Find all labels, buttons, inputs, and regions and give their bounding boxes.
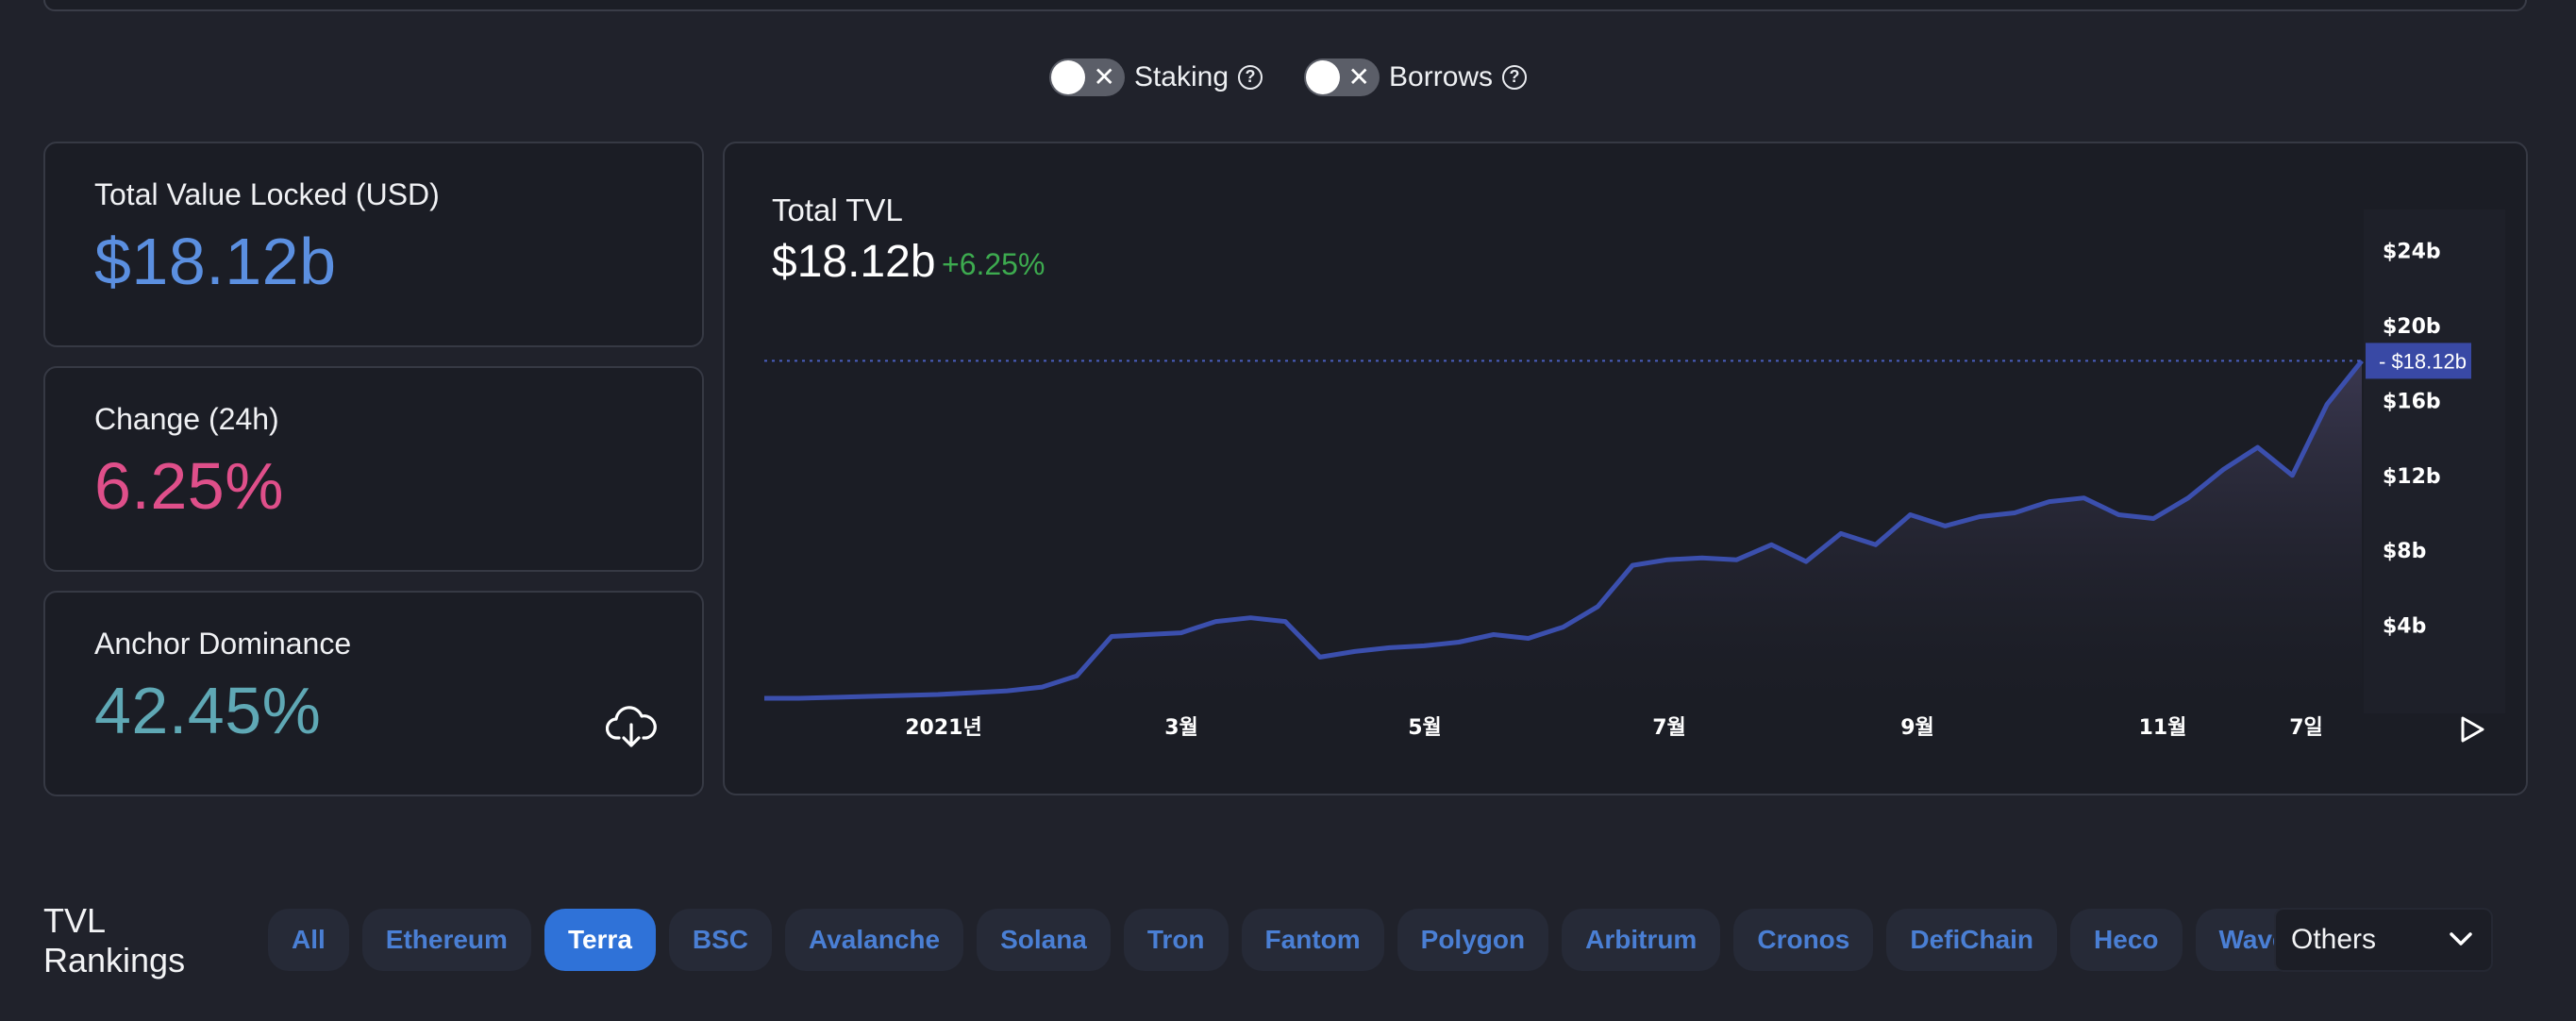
play-icon[interactable] bbox=[2458, 714, 2486, 745]
download-icon[interactable] bbox=[606, 706, 657, 749]
y-tick-label: $24b bbox=[2383, 241, 2441, 264]
switch-knob bbox=[1050, 60, 1085, 94]
chain-filter-solana[interactable]: Solana bbox=[977, 909, 1111, 971]
x-tick-label: 2021년 bbox=[905, 716, 981, 740]
others-dropdown[interactable]: Others bbox=[2274, 908, 2493, 972]
rankings-title-line1: TVL bbox=[43, 901, 107, 940]
current-value-label: - $18.12b bbox=[2379, 349, 2467, 373]
y-tick-label: $4b bbox=[2383, 615, 2426, 639]
chain-filter-ethereum[interactable]: Ethereum bbox=[361, 909, 531, 971]
y-tick-label: $20b bbox=[2383, 315, 2441, 339]
chain-filter-bar: All Ethereum Terra BSC Avalanche Solana Tron Fa… bbox=[268, 909, 2326, 971]
change-card: Change (24h) 6.25% bbox=[43, 366, 704, 572]
rankings-title-line2: Rankings bbox=[43, 941, 186, 979]
staking-label: Staking bbox=[1133, 61, 1229, 92]
close-icon: ✕ bbox=[1093, 62, 1115, 92]
help-icon[interactable]: ? bbox=[1238, 65, 1263, 90]
help-icon[interactable]: ? bbox=[1502, 65, 1528, 90]
change-value: 6.25% bbox=[94, 449, 284, 523]
y-tick-label: $12b bbox=[2383, 465, 2441, 489]
tvl-value: $18.12b bbox=[94, 225, 337, 298]
change-label: Change (24h) bbox=[94, 402, 279, 436]
chain-filter-heco[interactable]: Heco bbox=[2070, 909, 2183, 971]
chain-filter-terra[interactable]: Terra bbox=[544, 909, 656, 971]
chain-filter-arbitrum[interactable]: Arbitrum bbox=[1562, 909, 1721, 971]
tvl-card: Total Value Locked (USD) $18.12b bbox=[43, 142, 704, 347]
x-tick-label: 11월 bbox=[2139, 716, 2187, 740]
switch-knob bbox=[1306, 60, 1341, 94]
chain-filter-defichain[interactable]: DefiChain bbox=[1886, 909, 2058, 971]
chain-filter-avalanche[interactable]: Avalanche bbox=[785, 909, 964, 971]
x-tick-label: 5월 bbox=[1408, 716, 1442, 740]
borrows-label: Borrows bbox=[1389, 61, 1494, 92]
chain-filter-fantom[interactable]: Fantom bbox=[1241, 909, 1384, 971]
chain-filter-cronos[interactable]: Cronos bbox=[1733, 909, 1874, 971]
dominance-label: Anchor Dominance bbox=[94, 627, 352, 661]
staking-toggle[interactable]: ✕ Staking ? bbox=[1048, 59, 1263, 96]
x-tick-label: 9월 bbox=[1900, 716, 1934, 740]
y-tick-label: $16b bbox=[2383, 390, 2441, 413]
borrows-toggle[interactable]: ✕ Borrows ? bbox=[1304, 59, 1528, 96]
chevron-down-icon bbox=[2450, 932, 2472, 946]
close-icon: ✕ bbox=[1347, 62, 1371, 92]
x-tick-label: 7월 bbox=[1652, 716, 1686, 740]
others-label: Others bbox=[2291, 924, 2377, 955]
top-panel-edge bbox=[43, 0, 2527, 11]
tvl-chart-card: Total TVL $18.12b +6.25% - $18.12b $4b $8b… bbox=[723, 142, 2528, 795]
tvl-area bbox=[764, 360, 2362, 700]
x-tick-label: 3월 bbox=[1164, 716, 1198, 740]
tvl-chart[interactable]: - $18.12b $4b $8b $12b $16b $20b $24b 2021년 3월 5월… bbox=[725, 143, 2530, 797]
tvl-label: Total Value Locked (USD) bbox=[94, 177, 440, 211]
chain-filter-tron[interactable]: Tron bbox=[1123, 909, 1229, 971]
dominance-card: Anchor Dominance 42.45% bbox=[43, 591, 704, 796]
staking-switch[interactable]: ✕ bbox=[1048, 59, 1125, 96]
rankings-title: TVL Rankings bbox=[43, 901, 185, 980]
chain-filter-all[interactable]: All bbox=[268, 909, 349, 971]
y-tick-label: $8b bbox=[2383, 540, 2426, 563]
borrows-switch[interactable]: ✕ bbox=[1304, 59, 1380, 96]
chain-filter-bsc[interactable]: BSC bbox=[668, 909, 773, 971]
toggle-bar: ✕ Staking ? ✕ Borrows ? bbox=[0, 59, 2576, 96]
chain-filter-polygon[interactable]: Polygon bbox=[1397, 909, 1549, 971]
x-tick-label: 7일 bbox=[2289, 716, 2323, 740]
